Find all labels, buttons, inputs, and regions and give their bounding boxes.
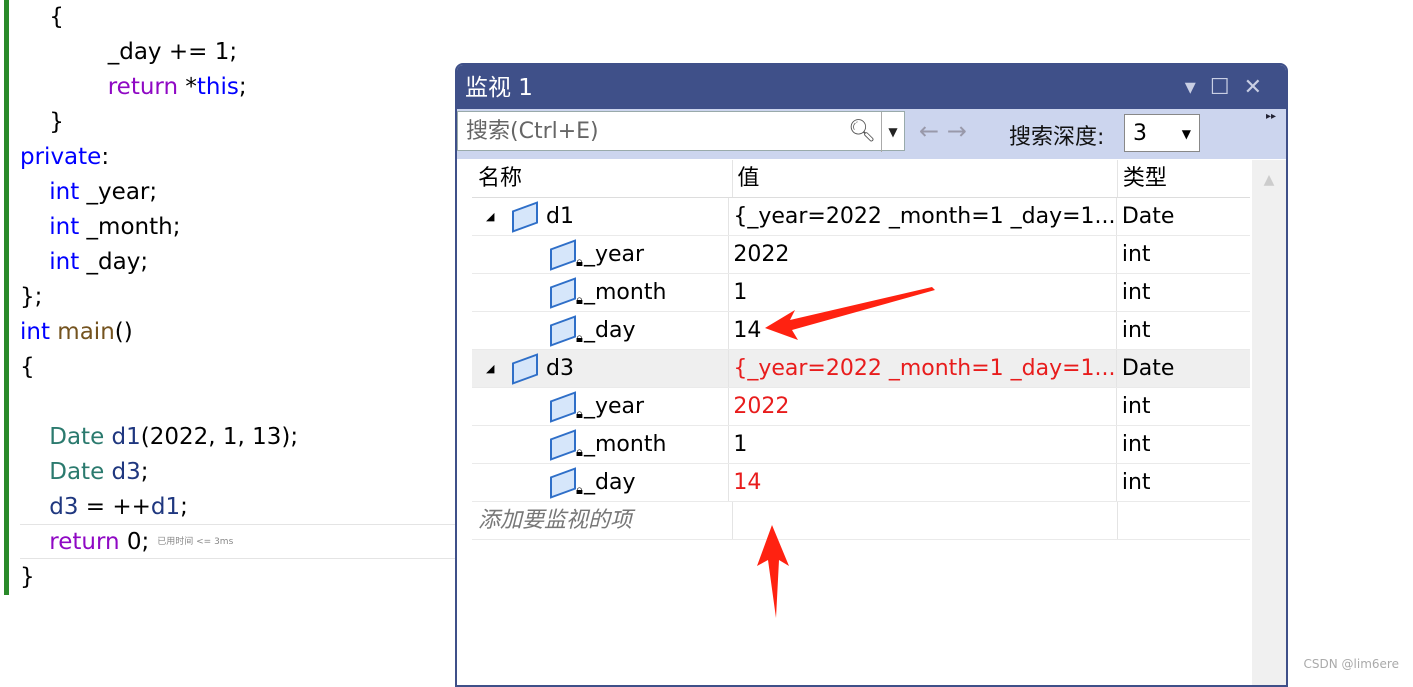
annotation-arrow-vertical [757,525,789,618]
watermark: CSDN @lim6ere [1303,657,1399,671]
annotation-arrow-horizontal [765,287,935,340]
annotation-layer [757,287,935,618]
